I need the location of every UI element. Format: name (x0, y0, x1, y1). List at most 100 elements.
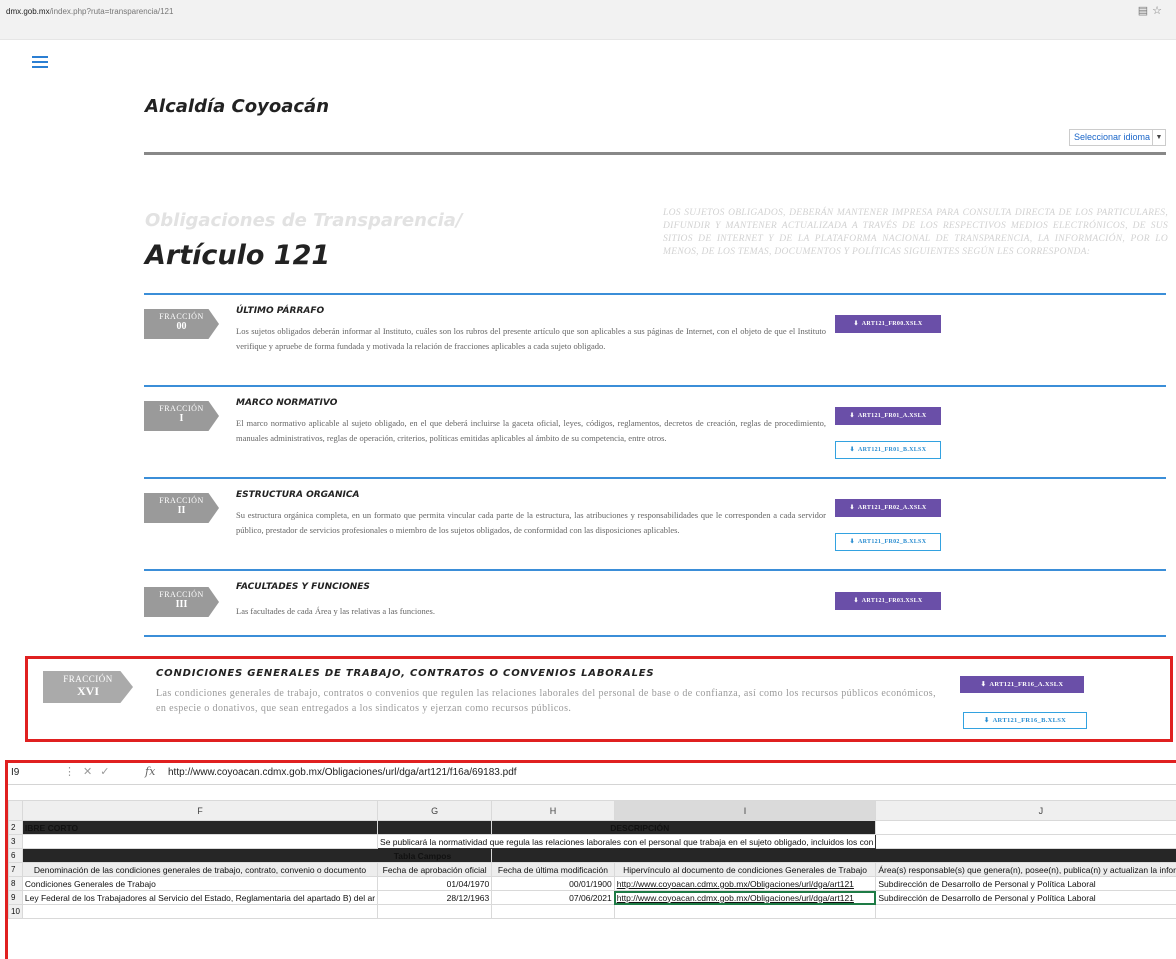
download-icon: ⬇ (983, 717, 990, 724)
column-header[interactable]: F (21, 800, 379, 821)
cell[interactable]: IBRE CORTO (21, 820, 379, 835)
page-title: Artículo 121 (145, 240, 331, 271)
cell[interactable] (613, 904, 877, 919)
fraction-title: ESTRUCTURA ORGANICA (236, 490, 360, 500)
cell[interactable]: Condiciones Generales de Trabajo (21, 876, 379, 891)
language-select[interactable]: Seleccionar idioma ▼ (1069, 129, 1166, 146)
row-header[interactable]: 3 (8, 834, 23, 849)
download-button[interactable]: ⬇ ART121_FR01_B.XLSX (835, 441, 941, 459)
download-button[interactable]: ⬇ ART121_FR02_A.XSLX (835, 499, 941, 517)
column-header[interactable]: J (875, 800, 1176, 821)
cell[interactable]: Ley Federal de los Trabajadores al Servi… (21, 890, 379, 905)
download-icon: ⬇ (853, 598, 859, 604)
download-icon: ⬇ (849, 447, 855, 453)
fraction-badge: FRACCIÓN III (144, 587, 219, 617)
cell[interactable] (21, 904, 379, 919)
cell[interactable] (491, 848, 1176, 863)
site-title: Alcaldía Coyoacán (145, 96, 330, 117)
column-header-row: F G H I J (8, 800, 1176, 821)
formula-bar: I9 ⋮✕✓ fx http://www.coyoacan.cdmx.gob.m… (8, 763, 1176, 785)
table-row: 6 Tabla Campos (8, 848, 1176, 863)
cell[interactable]: 28/12/1963 (377, 890, 493, 905)
cell[interactable] (875, 904, 1176, 919)
table-row: 7 Denominación de las condiciones genera… (8, 862, 1176, 877)
fraction-description: Los sujetos obligados deberán informar a… (236, 326, 826, 351)
fraction-description: Su estructura orgánica completa, en un f… (236, 510, 826, 535)
table-row: 10 (8, 904, 1176, 919)
fraction-description: Las condiciones generales de trabajo, co… (156, 688, 936, 714)
fraction-ii: FRACCIÓN II ESTRUCTURA ORGANICA Su estruc… (144, 477, 1166, 569)
cell[interactable]: Hipervínculo al documento de condiciones… (613, 862, 877, 877)
cell[interactable]: Subdirección de Desarrollo de Personal y… (875, 876, 1176, 891)
page-subtitle: Obligaciones de Transparencia/ (145, 210, 463, 231)
fraction-badge: FRACCIÓN XVI (43, 671, 133, 703)
download-icon: ⬇ (849, 539, 855, 545)
fraction-description: Las facultades de cada Área y las relati… (236, 606, 435, 616)
confirm-icon[interactable]: ✓ (100, 766, 117, 778)
star-icon[interactable]: ☆ (1152, 5, 1166, 17)
cell[interactable]: 00/01/1900 (491, 876, 615, 891)
column-header[interactable]: H (491, 800, 615, 821)
cell[interactable] (875, 834, 1176, 849)
table-row: 8 Condiciones Generales de Trabajo 01/04… (8, 876, 1176, 891)
cell-link[interactable]: http://www.coyoacan.cdmx.gob.mx/Obligaci… (613, 876, 877, 891)
cancel-icon[interactable]: ✕ (83, 766, 100, 778)
row-header[interactable]: 2 (8, 820, 23, 835)
highlighted-fraction-xvi: FRACCIÓN XVI CONDICIONES GENERALES DE TRA… (25, 656, 1173, 742)
cell[interactable] (491, 904, 615, 919)
download-icon: ⬇ (853, 321, 859, 327)
download-icon: ⬇ (849, 413, 855, 419)
row-header[interactable]: 9 (8, 890, 23, 905)
fraction-title: FACULTADES Y FUNCIONES (236, 582, 370, 592)
more-icon: ⋮ (64, 766, 83, 778)
spreadsheet-grid: F G H I J 2 IBRE CORTO DESCRIPCIÓN 3 Se … (8, 800, 1176, 919)
active-cell-link[interactable]: http://www.coyoacan.cdmx.gob.mx/Obligaci… (613, 890, 877, 905)
cell[interactable]: 07/06/2021 (491, 890, 615, 905)
fraction-iii: FRACCIÓN III FACULTADES Y FUNCIONES Las f… (144, 569, 1166, 635)
spreadsheet-panel: I9 ⋮✕✓ fx http://www.coyoacan.cdmx.gob.m… (5, 760, 1176, 959)
fraction-title: ÚLTIMO PÁRRAFO (236, 306, 325, 316)
cell[interactable]: 01/04/1970 (377, 876, 493, 891)
download-button[interactable]: ⬇ ART121_FR01_A.XSLX (835, 407, 941, 425)
row-header[interactable]: 7 (8, 862, 23, 877)
fraction-badge: FRACCIÓN II (144, 493, 219, 523)
cell[interactable] (875, 820, 1176, 835)
cell[interactable]: Subdirección de Desarrollo de Personal y… (875, 890, 1176, 905)
row-header[interactable]: 6 (8, 848, 23, 863)
cell[interactable]: Tabla Campos (21, 848, 493, 863)
cell[interactable]: Denominación de las condiciones generale… (21, 862, 379, 877)
select-all-corner[interactable] (8, 800, 23, 821)
function-icon[interactable]: fx (145, 765, 155, 778)
download-button[interactable]: ⬇ ART121_FR02_B.XLSX (835, 533, 941, 551)
fraction-description: El marco normativo aplicable al sujeto o… (236, 418, 826, 443)
row-header[interactable]: 8 (8, 876, 23, 891)
download-icon: ⬇ (849, 505, 855, 511)
fraction-00: FRACCIÓN 00 ÚLTIMO PÁRRAFO Los sujetos ob… (144, 293, 1166, 385)
download-button[interactable]: ⬇ ART121_FR16_B.XLSX (963, 712, 1087, 729)
table-row: 9 Ley Federal de los Trabajadores al Ser… (8, 890, 1176, 905)
cell[interactable]: Área(s) responsable(s) que genera(n), po… (875, 862, 1176, 877)
cell[interactable]: Fecha de última modificación (491, 862, 615, 877)
cell[interactable]: Se publicará la normatividad que regula … (377, 834, 877, 849)
cell[interactable]: Fecha de aprobación oficial (377, 862, 493, 877)
row-header[interactable]: 10 (8, 904, 23, 919)
cell[interactable] (21, 834, 379, 849)
cell[interactable] (377, 904, 493, 919)
reader-mode-icon[interactable]: ▤ (1138, 5, 1152, 17)
download-button[interactable]: ⬇ ART121_FR16_A.XSLX (960, 676, 1084, 693)
column-header[interactable]: G (377, 800, 493, 821)
table-row: 3 Se publicará la normatividad que regul… (8, 834, 1176, 849)
download-button[interactable]: ⬇ ART121_FR00.XSLX (835, 315, 941, 333)
fraction-badge: FRACCIÓN 00 (144, 309, 219, 339)
cell[interactable] (377, 820, 493, 835)
url-text[interactable]: dmx.gob.mx/index.php?ruta=transparencia/… (6, 7, 173, 16)
download-icon: ⬇ (980, 681, 987, 688)
cell[interactable]: DESCRIPCIÓN (491, 820, 877, 835)
formula-input[interactable]: http://www.coyoacan.cdmx.gob.mx/Obligaci… (168, 767, 517, 778)
column-header[interactable]: I (613, 800, 877, 821)
browser-url-bar[interactable]: dmx.gob.mx/index.php?ruta=transparencia/… (0, 0, 1176, 40)
cell-reference[interactable]: I9 (11, 767, 19, 778)
download-button[interactable]: ⬇ ART121_FR03.XSLX (835, 592, 941, 610)
header-divider (144, 152, 1166, 155)
hamburger-menu-icon[interactable] (32, 56, 48, 69)
